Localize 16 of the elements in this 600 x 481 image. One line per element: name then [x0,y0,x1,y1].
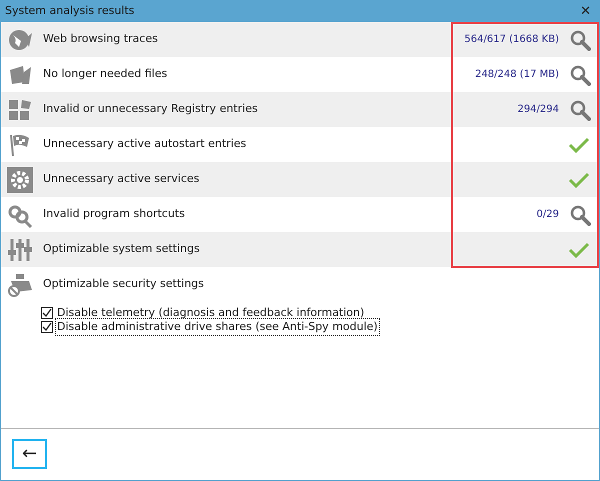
result-label: Invalid program shortcuts [43,206,186,222]
result-label: Unnecessary active services [43,171,200,188]
result-count: 0/29 [536,208,559,222]
result-count: 294/294 [517,103,559,117]
result-count: 564/617 (1668 KB) [464,33,559,47]
result-label: Unnecessary active autostart entries [43,136,248,152]
result-label: Web browsing traces [43,31,159,48]
result-label: No longer needed files [43,66,168,82]
result-label: Invalid or unnecessary Registry entries [43,101,259,118]
checkbox-label[interactable]: Disable administrative drive shares (see Anti-Spy module) [55,318,380,336]
back-button[interactable]: ← [12,439,47,469]
result-count: 248/248 (17 MB) [475,68,559,82]
close-button[interactable]: ✕ [578,4,593,18]
result-label: Optimizable system settings [43,241,201,258]
section-label: Optimizable security settings [43,276,205,292]
window-title: System analysis results [5,2,134,19]
